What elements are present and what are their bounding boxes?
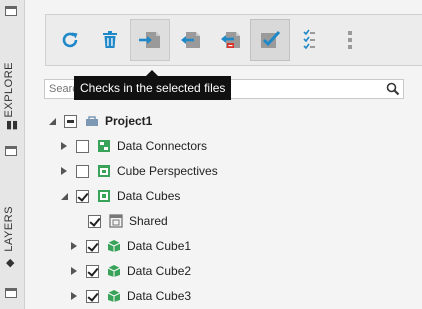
collapsed-arrow-icon[interactable] bbox=[66, 266, 82, 276]
checklist-button[interactable] bbox=[290, 19, 330, 61]
tree-item-project1[interactable]: Project1 bbox=[44, 110, 152, 132]
check-in-button[interactable] bbox=[130, 19, 170, 61]
vertical-dots-icon bbox=[348, 31, 352, 49]
select-all-button[interactable] bbox=[250, 19, 290, 61]
tree-item-data-cube3[interactable]: Data Cube3 bbox=[66, 285, 191, 307]
collapsed-arrow-icon[interactable] bbox=[56, 166, 72, 176]
expanded-arrow-icon[interactable] bbox=[56, 192, 72, 201]
data-cube-icon bbox=[107, 264, 121, 278]
explore-tab[interactable]: EXPLORE bbox=[3, 62, 15, 117]
tree-checkbox[interactable] bbox=[76, 164, 89, 178]
refresh-icon bbox=[62, 32, 78, 48]
layers-panel-toggle-icon[interactable] bbox=[5, 146, 17, 156]
tree-item-data-cube2[interactable]: Data Cube2 bbox=[66, 260, 191, 282]
checkbox-checked-icon bbox=[261, 30, 281, 48]
tree-item-label: Data Cube2 bbox=[127, 264, 192, 278]
tree-checkbox[interactable] bbox=[86, 264, 99, 278]
tree-item-shared[interactable]: Shared bbox=[72, 210, 168, 232]
more-button[interactable] bbox=[330, 19, 370, 61]
tree-item-label: Cube Perspectives bbox=[117, 164, 218, 178]
search-icon[interactable] bbox=[386, 82, 400, 96]
toolbar bbox=[45, 14, 422, 66]
tree-checkbox[interactable] bbox=[86, 239, 99, 253]
check-out-icon bbox=[181, 32, 200, 48]
data-cube-icon bbox=[107, 239, 121, 253]
tree-item-label: Data Connectors bbox=[117, 139, 208, 153]
tree-item-label: Project1 bbox=[105, 114, 153, 128]
tree-checkbox[interactable] bbox=[88, 214, 101, 228]
shared-icon bbox=[109, 214, 123, 228]
undo-check-out-icon bbox=[221, 32, 240, 48]
layers-tab[interactable]: LAYERS bbox=[3, 206, 15, 252]
expanded-arrow-icon[interactable] bbox=[44, 117, 60, 126]
side-strip: EXPLORE ▮▮ LAYERS ◆ bbox=[0, 0, 25, 309]
tree-checkbox[interactable] bbox=[76, 139, 89, 153]
tree-item-cube-perspectives[interactable]: Cube Perspectives bbox=[56, 160, 218, 182]
panel-toggle-icon[interactable] bbox=[5, 6, 17, 16]
bottom-panel-toggle-icon[interactable] bbox=[5, 288, 17, 298]
tree-item-label: Data Cubes bbox=[117, 189, 181, 203]
tree-checkbox[interactable] bbox=[64, 114, 77, 128]
tree-checkbox[interactable] bbox=[86, 289, 99, 303]
data-cubes-icon bbox=[97, 189, 111, 203]
tree-item-label: Data Cube1 bbox=[127, 239, 192, 253]
check-in-tooltip: Checks in the selected files bbox=[74, 76, 232, 100]
tree-item-data-connectors[interactable]: Data Connectors bbox=[56, 135, 207, 157]
tree-checkbox[interactable] bbox=[76, 189, 89, 203]
collapsed-arrow-icon[interactable] bbox=[66, 291, 82, 301]
check-in-icon bbox=[139, 32, 160, 48]
undo-check-out-button[interactable] bbox=[210, 19, 250, 61]
checklist-icon bbox=[303, 29, 315, 50]
project-icon bbox=[85, 114, 99, 128]
check-out-button[interactable] bbox=[170, 19, 210, 61]
refresh-button[interactable] bbox=[50, 19, 90, 61]
layers-handle-icon: ◆ bbox=[6, 257, 15, 269]
delete-button[interactable] bbox=[90, 19, 130, 61]
data-connectors-icon bbox=[97, 139, 111, 153]
collapsed-arrow-icon[interactable] bbox=[66, 241, 82, 251]
trash-icon bbox=[103, 31, 117, 48]
tree-item-label: Data Cube3 bbox=[127, 289, 192, 303]
tree-item-label: Shared bbox=[129, 214, 168, 228]
tree-item-data-cube1[interactable]: Data Cube1 bbox=[66, 235, 191, 257]
collapsed-arrow-icon[interactable] bbox=[56, 141, 72, 151]
cube-perspectives-icon bbox=[97, 164, 111, 178]
tree-item-data-cubes[interactable]: Data Cubes bbox=[56, 185, 180, 207]
explore-handle-icon: ▮▮ bbox=[6, 119, 19, 131]
data-cube-icon bbox=[107, 289, 121, 303]
